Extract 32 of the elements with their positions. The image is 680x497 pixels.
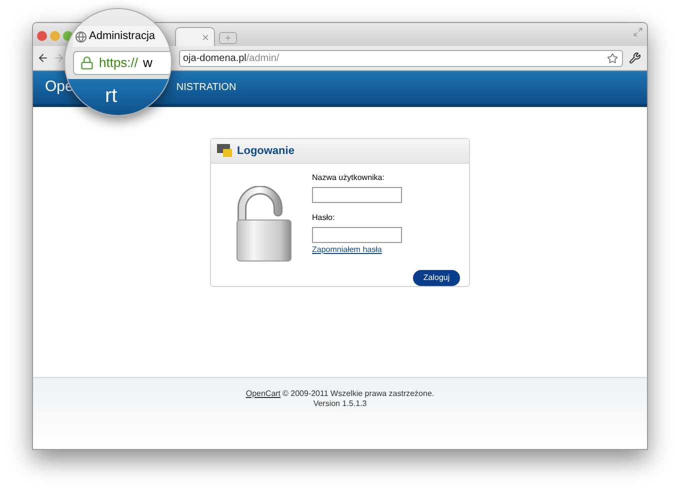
plus-icon	[224, 34, 232, 42]
copyright-text: © 2009-2011 Wszelkie prawa zastrzeżone.	[282, 389, 434, 399]
back-icon[interactable]	[37, 52, 49, 64]
logo-text-zoomed: rt	[105, 85, 118, 107]
lock-icon	[80, 56, 94, 70]
url-host: oja-domena.pl	[183, 52, 246, 66]
wrench-icon[interactable]	[629, 52, 641, 64]
url-scheme: https://	[99, 54, 138, 72]
address-bar[interactable]: oja-domena.pl/admin/	[179, 50, 623, 66]
opencart-link[interactable]: OpenCart	[246, 389, 281, 399]
login-button[interactable]: Zaloguj	[413, 270, 460, 286]
new-tab-button[interactable]	[219, 32, 237, 44]
minimize-window-button[interactable]	[50, 31, 60, 41]
version-text: Version 1.5.1.3	[313, 399, 367, 409]
tab-title: Administracja	[89, 29, 156, 44]
close-tab-icon[interactable]	[201, 32, 210, 42]
login-title: Logowanie	[237, 144, 294, 159]
star-icon[interactable]	[607, 52, 618, 64]
username-field[interactable]	[312, 187, 402, 203]
globe-icon	[75, 30, 87, 42]
username-label: Nazwa użytkownika:	[312, 172, 386, 184]
forward-icon[interactable]	[53, 52, 65, 64]
browser-tab[interactable]	[175, 27, 215, 46]
nav-link[interactable]: NISTRATION	[176, 80, 236, 95]
url-path: /admin/	[246, 52, 280, 66]
password-label: Hasło:	[312, 212, 336, 224]
locked-screen-icon	[217, 144, 232, 158]
password-field[interactable]	[312, 227, 402, 243]
url-host-zoomed: w	[143, 54, 152, 72]
forgot-password-link[interactable]: Zapomniałem hasła	[312, 244, 444, 256]
fullscreen-icon[interactable]	[633, 27, 643, 37]
close-window-button[interactable]	[37, 31, 47, 41]
